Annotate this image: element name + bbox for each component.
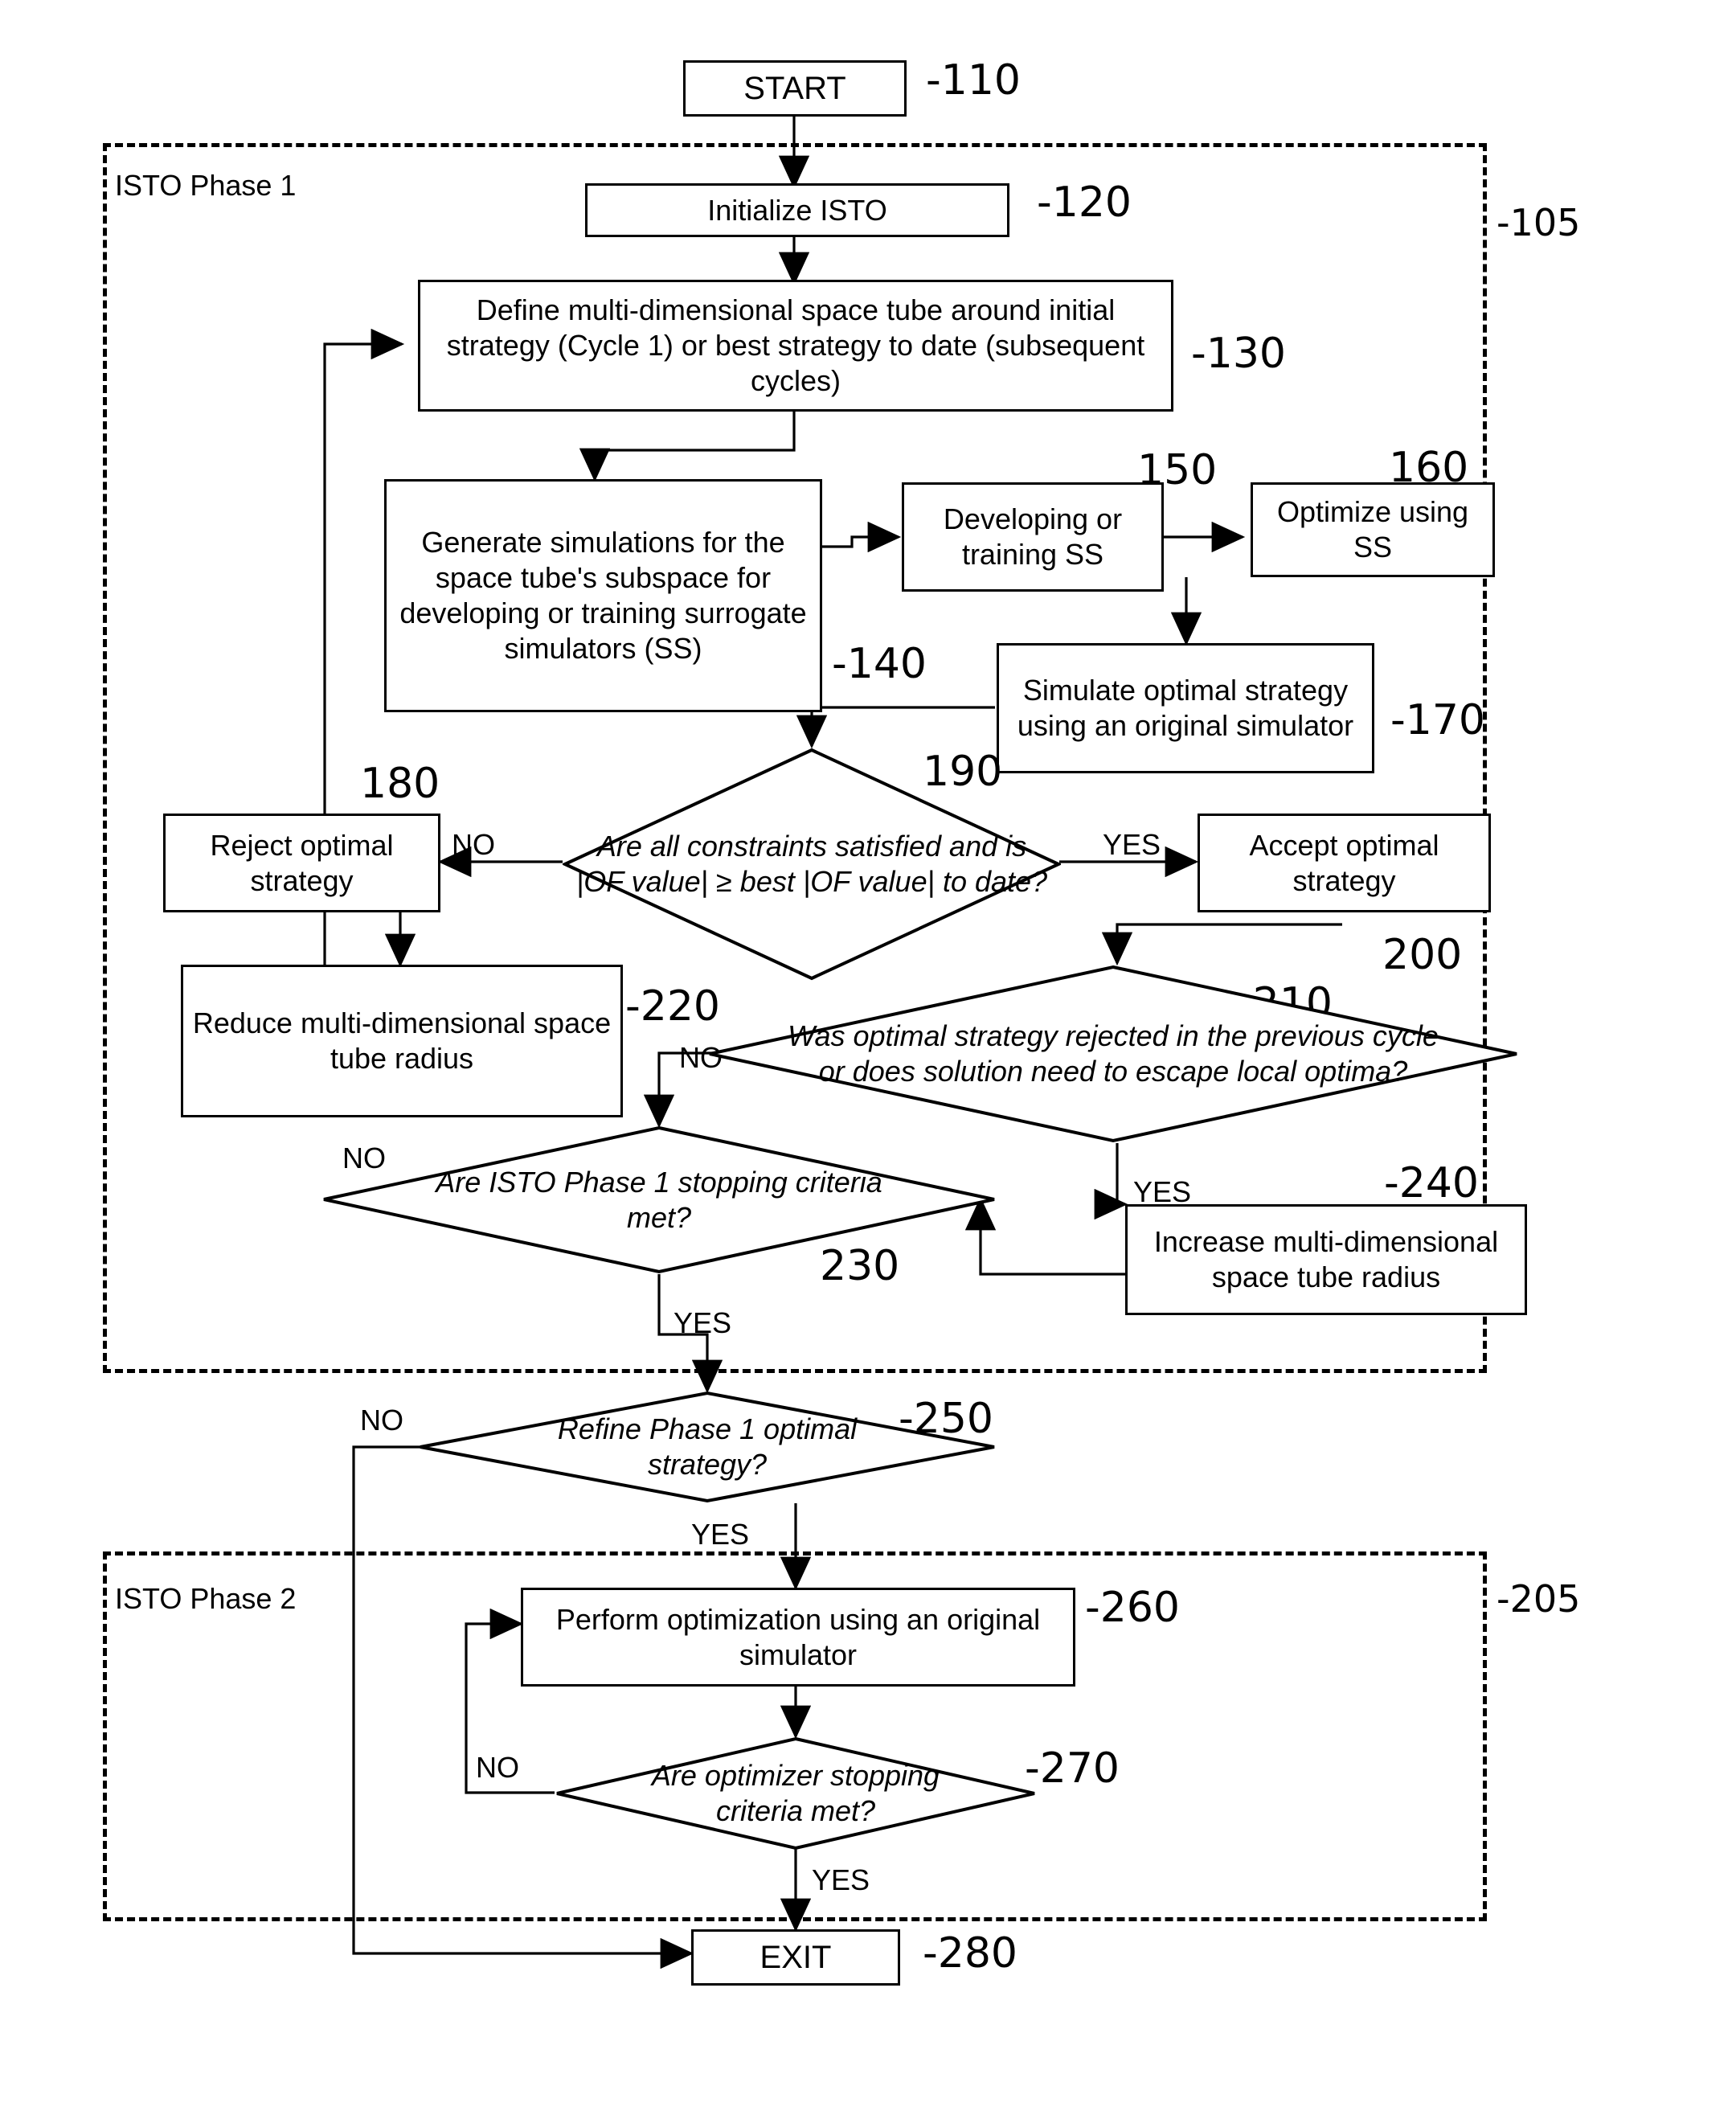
node-start-label: START	[743, 70, 846, 106]
node-optimizer-stopping-decision-label: Are optimizer stopping criteria met?	[651, 1759, 940, 1827]
node-initialize-isto[interactable]: Initialize ISTO	[585, 183, 1009, 237]
node-generate-simulations[interactable]: Generate simulations for the space tube'…	[384, 479, 822, 712]
ref-160: 160	[1389, 444, 1469, 492]
node-perform-optimization[interactable]: Perform optimization using an original s…	[521, 1588, 1075, 1687]
phase-1-ref: -105	[1496, 201, 1581, 244]
edge-label-190-no: NO	[452, 828, 495, 861]
edge-label-270-yes: YES	[812, 1863, 870, 1896]
ref-170: -170	[1390, 696, 1486, 744]
node-generate-simulations-label: Generate simulations for the space tube'…	[399, 526, 807, 665]
node-increase-radius-label: Increase multi-dimensional space tube ra…	[1153, 1225, 1499, 1293]
node-increase-radius[interactable]: Increase multi-dimensional space tube ra…	[1125, 1204, 1527, 1315]
node-rejected-previous-cycle-decision-label: Was optimal strategy rejected in the pre…	[788, 1019, 1439, 1088]
node-reduce-radius[interactable]: Reduce multi-dimensional space tube radi…	[181, 965, 623, 1117]
node-exit-label: EXIT	[760, 1939, 832, 1975]
ref-270: -270	[1025, 1744, 1120, 1793]
ref-260: -260	[1085, 1584, 1181, 1632]
edge-label-190-yes: YES	[1103, 828, 1161, 861]
ref-120: -120	[1037, 178, 1132, 227]
node-start[interactable]: START	[683, 60, 907, 117]
edge-label-230-yes: YES	[674, 1306, 732, 1339]
node-reject-optimal-strategy-label: Reject optimal strategy	[210, 828, 394, 897]
node-reject-optimal-strategy[interactable]: Reject optimal strategy	[163, 814, 440, 912]
node-optimizer-stopping-decision[interactable]: Are optimizer stopping criteria met?	[555, 1736, 1037, 1851]
ref-130: -130	[1191, 330, 1287, 378]
node-define-space-tube-label: Define multi-dimensional space tube arou…	[446, 293, 1145, 397]
ref-140: -140	[832, 640, 927, 688]
edge-label-270-no: NO	[476, 1751, 519, 1784]
node-phase1-stopping-decision-label: Are ISTO Phase 1 stopping criteria met?	[436, 1165, 882, 1234]
ref-150: 150	[1137, 446, 1218, 494]
ref-280: -280	[923, 1929, 1018, 1978]
ref-110: -110	[926, 56, 1022, 105]
node-constraints-decision[interactable]: Are all constraints satisfied and is |OF…	[563, 748, 1061, 981]
edge-label-210-yes: YES	[1133, 1175, 1192, 1208]
phase-1-label: ISTO Phase 1	[115, 169, 297, 202]
node-simulate-optimal-strategy-label: Simulate optimal strategy using an origi…	[1017, 674, 1354, 742]
phase-2-ref: -205	[1496, 1577, 1581, 1621]
node-rejected-previous-cycle-decision[interactable]: Was optimal strategy rejected in the pre…	[707, 965, 1519, 1143]
node-perform-optimization-label: Perform optimization using an original s…	[555, 1602, 1041, 1671]
phase-2-label: ISTO Phase 2	[115, 1582, 297, 1615]
node-exit[interactable]: EXIT	[691, 1929, 900, 1986]
node-refine-phase1-decision[interactable]: Refine Phase 1 optimal strategy?	[418, 1391, 997, 1503]
node-constraints-decision-label: Are all constraints satisfied and is |OF…	[575, 830, 1048, 898]
node-developing-training-ss[interactable]: Developing or training SS	[902, 482, 1164, 592]
node-refine-phase1-decision-label: Refine Phase 1 optimal strategy?	[557, 1412, 858, 1481]
node-phase1-stopping-decision[interactable]: Are ISTO Phase 1 stopping criteria met?	[321, 1125, 997, 1274]
node-accept-optimal-strategy-label: Accept optimal strategy	[1249, 828, 1439, 897]
ref-180: 180	[360, 760, 440, 808]
node-accept-optimal-strategy[interactable]: Accept optimal strategy	[1198, 814, 1491, 912]
ref-240: -240	[1384, 1159, 1480, 1207]
edge-label-250-no: NO	[360, 1404, 403, 1437]
node-define-space-tube[interactable]: Define multi-dimensional space tube arou…	[418, 280, 1173, 412]
node-developing-training-ss-label: Developing or training SS	[943, 502, 1123, 571]
edge-label-250-yes: YES	[691, 1518, 750, 1551]
node-initialize-isto-label: Initialize ISTO	[707, 193, 887, 227]
node-optimize-using-ss[interactable]: Optimize using SS	[1251, 482, 1495, 577]
node-reduce-radius-label: Reduce multi-dimensional space tube radi…	[192, 1006, 612, 1075]
node-optimize-using-ss-label: Optimize using SS	[1276, 495, 1469, 564]
ref-220: -220	[625, 982, 721, 1031]
